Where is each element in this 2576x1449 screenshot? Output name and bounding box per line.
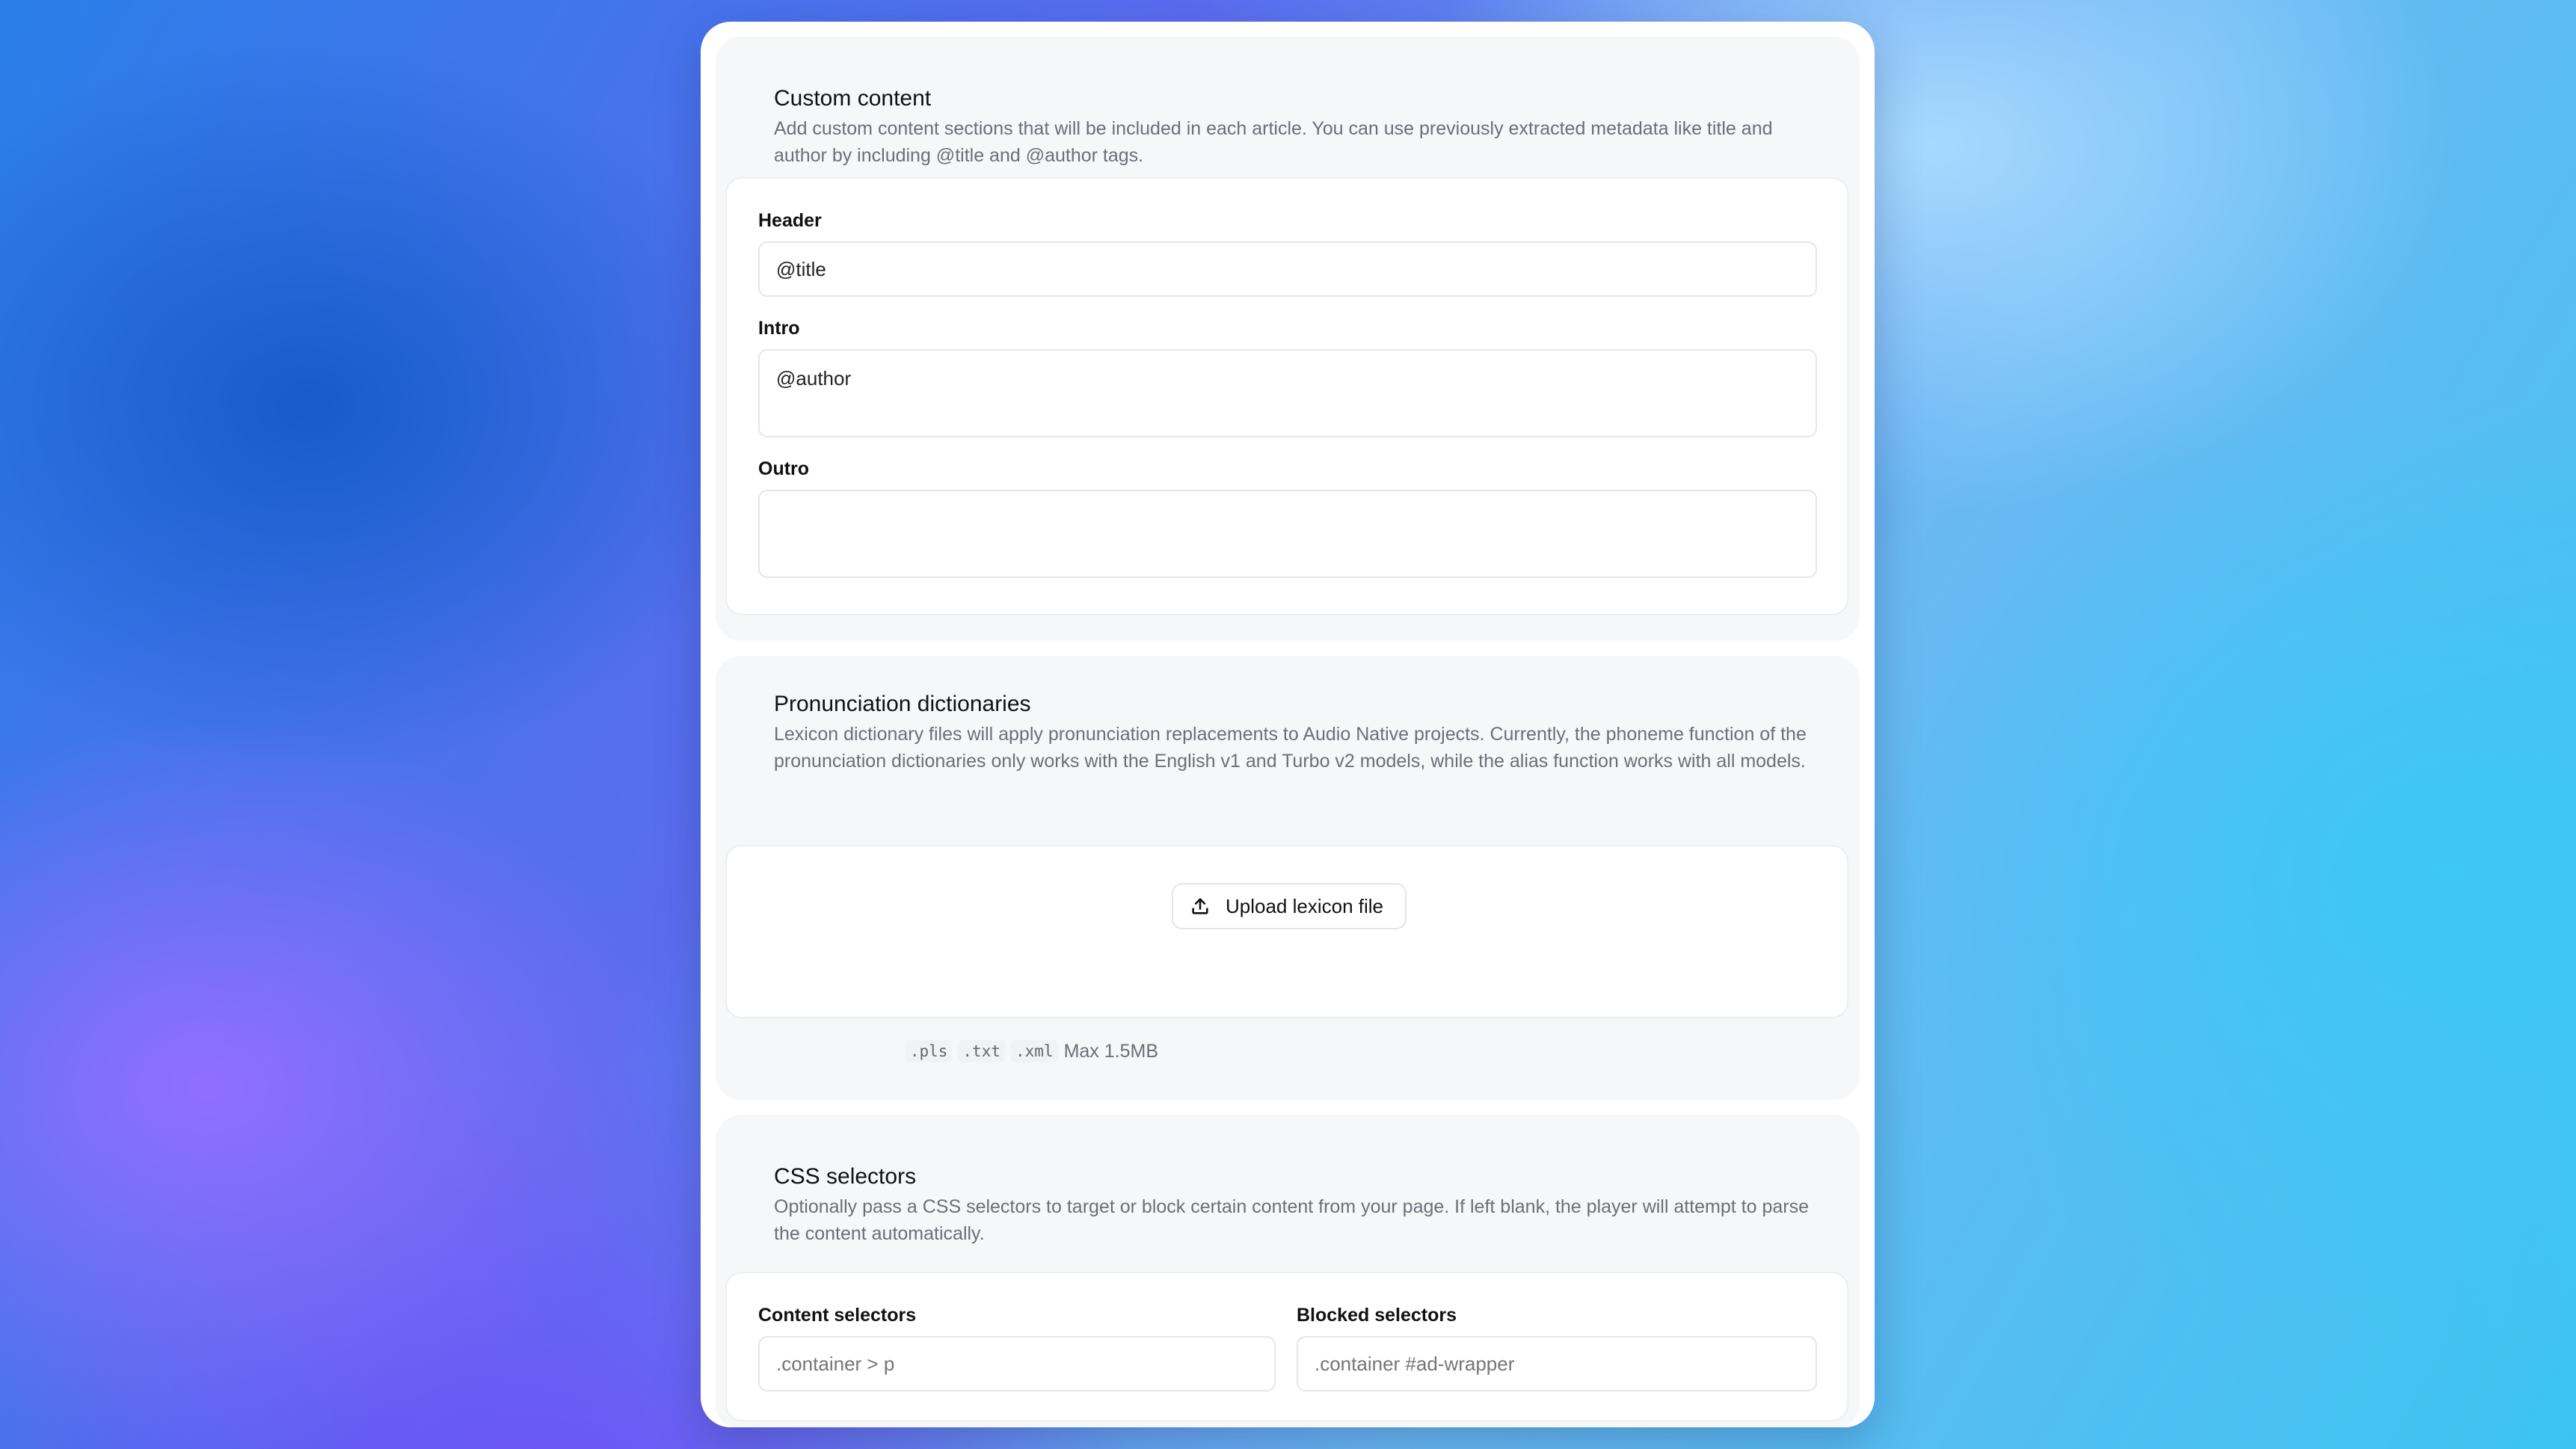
content-selectors-input[interactable]: [758, 1336, 1276, 1391]
intro-label: Intro: [758, 318, 800, 339]
blocked-selectors-label: Blocked selectors: [1297, 1305, 1457, 1326]
custom-content-panel: Header Intro @author Outro: [725, 177, 1848, 615]
max-size: Max 1.5MB: [1063, 1040, 1158, 1062]
pronunciation-description: Lexicon dictionary files will apply pron…: [774, 724, 1807, 772]
format-txt: .txt: [958, 1040, 1005, 1062]
upload-lexicon-label: Upload lexicon file: [1226, 894, 1384, 917]
header-input[interactable]: [758, 242, 1817, 297]
format-pls: .pls: [905, 1040, 953, 1062]
blocked-selectors-input[interactable]: [1297, 1336, 1817, 1391]
css-selectors-panel: Content selectors Blocked selectors: [725, 1272, 1848, 1421]
pronunciation-section: Pronunciation dictionaries Lexicon dicti…: [716, 656, 1860, 1100]
file-format-info: .pls .txt .xml Max 1.5MB: [905, 1040, 1158, 1062]
upload-dropzone[interactable]: [725, 845, 1848, 1018]
custom-content-description: Add custom content sections that will be…: [774, 118, 1773, 166]
css-selectors-section: CSS selectors Optionally pass a CSS sele…: [716, 1115, 1860, 1427]
custom-content-section: Custom content Add custom content sectio…: [716, 37, 1860, 641]
pronunciation-title: Pronunciation dictionaries: [774, 692, 1031, 716]
outro-label: Outro: [758, 458, 810, 479]
header-label: Header: [758, 210, 822, 231]
format-xml: .xml: [1010, 1040, 1058, 1062]
outro-textarea[interactable]: [758, 490, 1817, 578]
content-selectors-label: Content selectors: [758, 1305, 917, 1326]
custom-content-title: Custom content: [774, 86, 932, 111]
settings-card: Custom content Add custom content sectio…: [701, 22, 1875, 1427]
css-selectors-description: Optionally pass a CSS selectors to targe…: [774, 1196, 1810, 1244]
intro-textarea[interactable]: @author: [758, 349, 1817, 437]
css-selectors-title: CSS selectors: [774, 1164, 917, 1189]
upload-icon: [1190, 896, 1211, 917]
upload-lexicon-button[interactable]: Upload lexicon file: [1172, 883, 1407, 929]
